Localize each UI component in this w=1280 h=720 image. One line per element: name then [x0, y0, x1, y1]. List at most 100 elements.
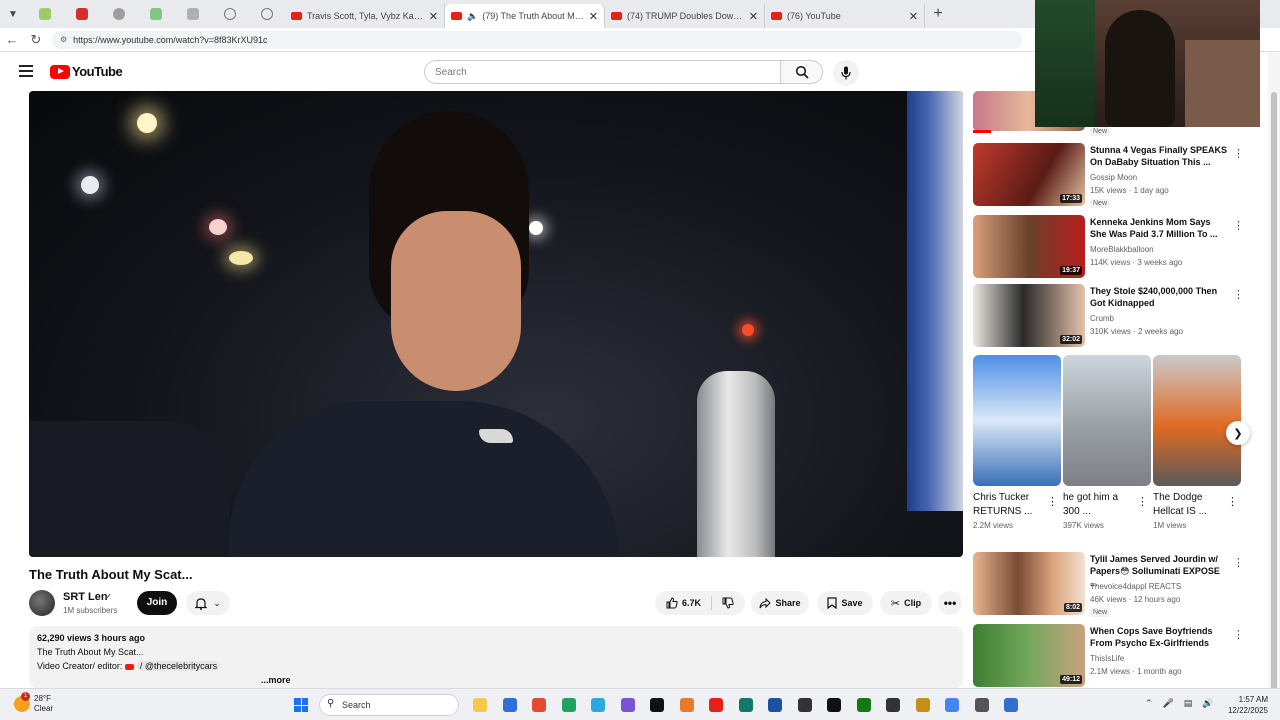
- recommendation-thumbnail[interactable]: 19:37: [973, 215, 1085, 278]
- more-options-icon[interactable]: ⋮: [1233, 628, 1244, 641]
- taskbar-app-icon[interactable]: [1004, 698, 1018, 712]
- taskbar-app-icon[interactable]: [650, 698, 664, 712]
- taskbar-app-icon[interactable]: [473, 698, 487, 712]
- more-options-icon[interactable]: ⋮: [1047, 495, 1058, 508]
- save-button[interactable]: Save: [817, 591, 873, 615]
- pinned-tab-1[interactable]: [26, 0, 63, 28]
- volume-icon[interactable]: 🔊: [1202, 698, 1213, 709]
- taskbar-app-icon[interactable]: [738, 698, 753, 712]
- site-info-icon[interactable]: ⚙: [60, 35, 67, 44]
- taskbar-app-icon[interactable]: [915, 698, 930, 712]
- like-count[interactable]: 6.7K: [682, 598, 701, 608]
- short-title[interactable]: he got him a 300 ...: [1063, 491, 1137, 519]
- short-item[interactable]: he got him a 300 ... 397K views ⋮: [1063, 355, 1151, 530]
- browser-tab[interactable]: (76) YouTube ✕: [765, 4, 925, 28]
- short-item[interactable]: The Dodge Hellcat IS ... 1M views ⋮: [1153, 355, 1241, 530]
- close-tab-icon[interactable]: ✕: [909, 10, 918, 23]
- recommendation-title[interactable]: They Stole $240,000,000 Then Got Kidnapp…: [1090, 285, 1228, 309]
- more-actions-button[interactable]: •••: [938, 591, 962, 615]
- taskbar-app-icon[interactable]: [679, 698, 694, 712]
- thumbs-up-icon[interactable]: [666, 597, 678, 609]
- reload-icon[interactable]: ↻: [24, 32, 48, 48]
- pinned-tab-5[interactable]: [174, 0, 211, 28]
- taskbar-app-icon[interactable]: [945, 698, 959, 712]
- hamburger-menu-icon[interactable]: [19, 65, 33, 77]
- pinned-tab-7[interactable]: [248, 0, 285, 28]
- channel-avatar[interactable]: [29, 590, 55, 616]
- browser-tab[interactable]: (74) TRUMP Doubles Down On TA... ✕: [605, 4, 765, 28]
- taskbar-app-icon[interactable]: [591, 698, 605, 712]
- recommendation-channel[interactable]: ThisIsLife: [1090, 654, 1124, 663]
- short-title[interactable]: Chris Tucker RETURNS ...: [973, 491, 1047, 519]
- recommendation-channel[interactable]: MoreBlakkballoon: [1090, 245, 1154, 254]
- short-thumbnail[interactable]: [1153, 355, 1241, 486]
- taskbar-app-icon[interactable]: [620, 698, 635, 712]
- taskbar-app-icon[interactable]: [561, 698, 576, 712]
- recommendation-item[interactable]: 17:33 Stunna 4 Vegas Finally SPEAKS On D…: [973, 143, 1244, 209]
- recommendation-item[interactable]: 19:37 Kenneka Jenkins Mom Says She Was P…: [973, 215, 1244, 281]
- page-scrollbar[interactable]: [1268, 52, 1280, 692]
- more-options-icon[interactable]: ⋮: [1137, 495, 1148, 508]
- taskbar-search[interactable]: ⚲ Search: [319, 694, 459, 716]
- share-button[interactable]: Share: [751, 591, 809, 615]
- speaker-icon[interactable]: 🔈: [467, 11, 478, 22]
- recommendation-title[interactable]: Kenneka Jenkins Mom Says She Was Paid 3.…: [1090, 216, 1228, 240]
- more-options-icon[interactable]: ⋮: [1233, 288, 1244, 301]
- close-tab-icon[interactable]: ✕: [749, 10, 758, 23]
- recommendation-thumbnail[interactable]: 8:02: [973, 552, 1085, 615]
- network-icon[interactable]: ▤: [1184, 698, 1193, 709]
- short-item[interactable]: Chris Tucker RETURNS ... 2.2M views ⋮: [973, 355, 1061, 530]
- more-options-icon[interactable]: ⋮: [1227, 495, 1238, 508]
- more-options-icon[interactable]: ⋮: [1233, 556, 1244, 569]
- browser-tab-active[interactable]: 🔈 (79) The Truth About My Scat... ✕: [445, 4, 605, 28]
- windows-start-icon[interactable]: [294, 698, 308, 712]
- recommendation-title[interactable]: When Cops Save Boyfriends From Psycho Ex…: [1090, 625, 1228, 649]
- pinned-tab-3[interactable]: [100, 0, 137, 28]
- creator-handle-link[interactable]: / @thecelebritycars: [136, 661, 221, 671]
- search-input[interactable]: Search: [424, 60, 781, 84]
- pinned-tab-4[interactable]: [137, 0, 174, 28]
- video-player[interactable]: [29, 91, 963, 557]
- description-box[interactable]: 62,290 views 3 hours ago The Truth About…: [29, 626, 963, 688]
- recommendation-channel[interactable]: Gossip Moon: [1090, 173, 1137, 182]
- chevron-up-icon[interactable]: ⌃: [1145, 698, 1153, 709]
- pinned-tab-2[interactable]: [63, 0, 100, 28]
- recommendation-thumbnail[interactable]: 17:33: [973, 143, 1085, 206]
- taskbar-app-icon[interactable]: [974, 698, 989, 712]
- recommendation-title[interactable]: Stunna 4 Vegas Finally SPEAKS On DaBaby …: [1090, 144, 1228, 168]
- close-tab-icon[interactable]: ✕: [429, 10, 438, 23]
- notifications-button[interactable]: ⌄: [186, 591, 230, 615]
- scrollbar-thumb[interactable]: [1271, 92, 1277, 692]
- short-thumbnail[interactable]: [1063, 355, 1151, 486]
- voice-search-button[interactable]: [833, 60, 859, 86]
- taskbar-app-icon[interactable]: [502, 698, 517, 712]
- thumbs-down-icon[interactable]: [722, 597, 734, 609]
- show-more-link[interactable]: ...more: [261, 675, 291, 685]
- recommendation-thumbnail[interactable]: 32:02: [973, 284, 1085, 347]
- close-tab-icon[interactable]: ✕: [589, 10, 598, 23]
- pinned-tab-6[interactable]: [211, 0, 248, 28]
- new-tab-button[interactable]: +: [925, 5, 951, 23]
- channel-name[interactable]: SRT Len: [63, 591, 108, 603]
- youtube-logo[interactable]: YouTube: [50, 64, 123, 79]
- microphone-icon[interactable]: 🎤: [1163, 698, 1174, 709]
- taskbar-app-icon[interactable]: [532, 698, 546, 712]
- search-button[interactable]: [781, 60, 823, 84]
- taskbar-app-icon[interactable]: [797, 698, 812, 712]
- short-thumbnail[interactable]: [973, 355, 1061, 486]
- join-button[interactable]: Join: [137, 591, 177, 615]
- recommendation-channel[interactable]: Thevoice4dappl REACTS: [1090, 582, 1181, 591]
- taskbar-app-icon[interactable]: [827, 698, 841, 712]
- tab-search-dropdown-icon[interactable]: ▼: [0, 0, 26, 28]
- chevron-right-icon[interactable]: ❯: [1226, 421, 1250, 445]
- recommendation-thumbnail[interactable]: 49:12: [973, 624, 1085, 687]
- recommendation-item[interactable]: 8:02 Tylil James Served Jourdin w/ Paper…: [973, 552, 1244, 618]
- back-arrow-icon[interactable]: ←: [0, 32, 24, 47]
- taskbar-app-icon[interactable]: [856, 698, 871, 712]
- browser-tab[interactable]: Travis Scott, Tyla, Vybz Kartel - PBT ✕: [285, 4, 445, 28]
- more-options-icon[interactable]: ⋮: [1233, 219, 1244, 232]
- system-clock[interactable]: 1:57 AM 12/22/2025: [1224, 694, 1268, 716]
- url-field[interactable]: ⚙ https://www.youtube.com/watch?v=8f83KrX…: [52, 30, 1022, 49]
- taskbar-app-icon[interactable]: [886, 698, 900, 712]
- more-options-icon[interactable]: ⋮: [1233, 147, 1244, 160]
